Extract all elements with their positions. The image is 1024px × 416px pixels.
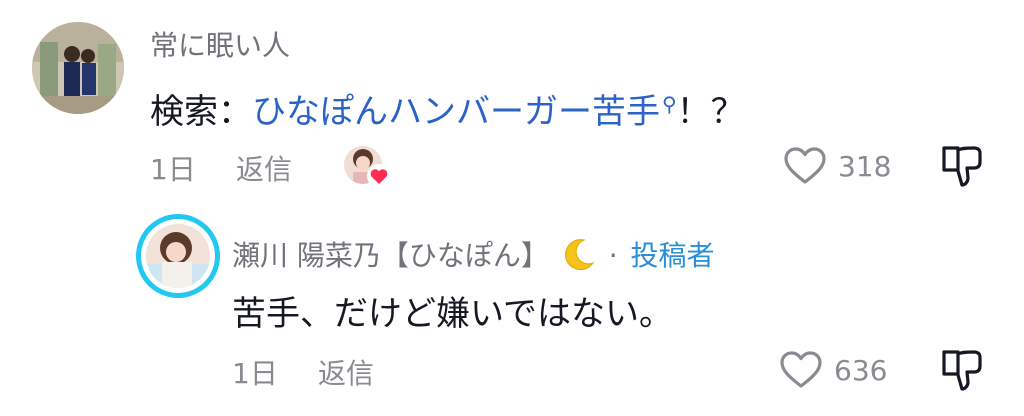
author-avatar-image: [146, 224, 210, 288]
reply-username[interactable]: 瀬川 陽菜乃【ひなぽん】: [232, 239, 549, 272]
comment-username[interactable]: 常に眠い人: [150, 24, 290, 64]
comment-time: 1日: [150, 153, 196, 186]
heart-outline-icon[interactable]: [778, 350, 824, 390]
author-badge: 投稿者: [630, 239, 715, 272]
reply-username-row: 瀬川 陽菜乃【ひなぽん】 · 投稿者: [232, 234, 715, 278]
separator-dot: ·: [608, 239, 618, 272]
commenter-avatar[interactable]: [32, 22, 124, 114]
reply-like-count: 636: [834, 354, 888, 387]
search-suggestion-link[interactable]: ひなぽんハンバーガー苦手 ⚲: [252, 92, 677, 132]
heart-outline-icon[interactable]: [782, 146, 828, 186]
reply-time: 1日: [232, 357, 278, 390]
comment-text: 検索：ひなぽんハンバーガー苦手 ⚲！？: [150, 84, 745, 133]
like-count: 318: [838, 150, 892, 183]
search-term-text[interactable]: ひなぽんハンバーガー苦手: [252, 92, 660, 132]
search-icon[interactable]: ⚲: [662, 92, 677, 116]
reply-button[interactable]: 返信: [236, 148, 292, 188]
comment-text-suffix: ！？: [676, 92, 745, 132]
thumbs-down-outline-icon[interactable]: [938, 348, 986, 394]
author-avatar[interactable]: [136, 214, 220, 298]
heart-filled-icon: [366, 163, 392, 189]
reply-text: 苦手、だけど嫌いではない。: [232, 294, 673, 334]
crescent-moon-emoji: [562, 237, 596, 278]
reply-reply-button[interactable]: 返信: [318, 352, 374, 392]
comment-text-prefix: 検索：: [150, 92, 252, 132]
thumbs-down-outline-icon[interactable]: [938, 144, 986, 190]
